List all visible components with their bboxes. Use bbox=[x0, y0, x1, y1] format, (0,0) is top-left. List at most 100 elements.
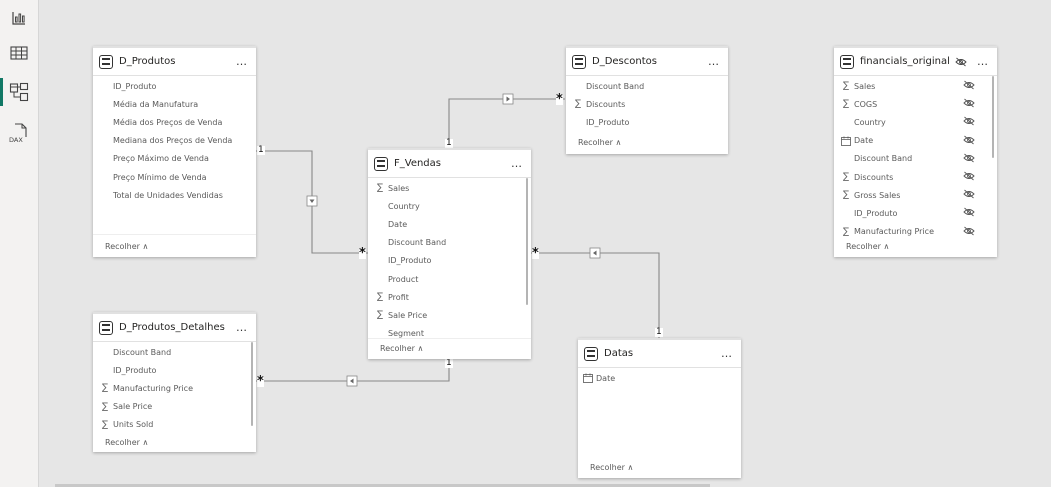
field-list: Discount Band ∑ Discounts ID_Produto bbox=[566, 77, 728, 132]
field-item[interactable]: ∑ Discounts bbox=[566, 95, 728, 113]
more-options-button[interactable]: … bbox=[721, 347, 733, 360]
sigma-icon: ∑ bbox=[842, 99, 850, 110]
field-item[interactable]: Mediana dos Preços de Venda bbox=[93, 132, 256, 150]
cardinality-one: 1 bbox=[445, 138, 453, 148]
cardinality-many: * bbox=[556, 92, 563, 107]
field-item[interactable]: ∑ Units Sold bbox=[93, 416, 256, 434]
hidden-eye-icon[interactable] bbox=[955, 57, 967, 67]
sigma-icon: ∑ bbox=[101, 419, 109, 430]
sigma-icon: ∑ bbox=[376, 292, 384, 303]
sigma-icon: ∑ bbox=[842, 190, 850, 201]
more-options-button[interactable]: … bbox=[511, 157, 523, 170]
table-card-datas[interactable]: Datas … Date Recolher ∧ bbox=[578, 338, 741, 478]
table-header[interactable]: Datas … bbox=[578, 340, 741, 368]
table-icon bbox=[99, 54, 113, 69]
field-item[interactable]: Country bbox=[368, 197, 531, 215]
hidden-eye-icon bbox=[963, 98, 975, 108]
table-icon bbox=[584, 346, 598, 361]
field-item[interactable]: Date bbox=[578, 369, 741, 387]
arrow-down-icon bbox=[306, 195, 318, 207]
field-item[interactable]: Discount Band bbox=[93, 343, 256, 361]
field-item[interactable]: ∑ Sales bbox=[368, 179, 531, 197]
field-item[interactable]: ∑ Sales bbox=[834, 77, 997, 95]
scrollbar[interactable] bbox=[251, 342, 253, 426]
scrollbar[interactable] bbox=[526, 178, 528, 305]
sigma-icon: ∑ bbox=[101, 383, 109, 394]
field-item[interactable]: Média da Manufatura bbox=[93, 95, 256, 113]
hidden-eye-icon bbox=[963, 153, 975, 163]
more-options-button[interactable]: … bbox=[977, 55, 989, 68]
field-list: Discount Band ID_Produto ∑ Manufacturing … bbox=[93, 343, 256, 434]
more-options-button[interactable]: … bbox=[708, 55, 720, 68]
table-header[interactable]: D_Produtos … bbox=[93, 48, 256, 76]
calendar-icon bbox=[583, 373, 593, 383]
field-item[interactable]: ∑ Gross Sales bbox=[834, 186, 997, 204]
cardinality-many: * bbox=[359, 246, 366, 261]
field-item[interactable]: ID_Produto bbox=[834, 204, 997, 222]
collapse-button[interactable]: Recolher ∧ bbox=[590, 463, 633, 472]
more-options-button[interactable]: … bbox=[236, 321, 248, 334]
field-item[interactable]: Date bbox=[368, 215, 531, 233]
arrow-left-icon bbox=[346, 375, 358, 387]
table-card-f-vendas[interactable]: F_Vendas … ∑ Sales Country Date Discount … bbox=[368, 148, 531, 359]
table-header[interactable]: D_Produtos_Detalhes … bbox=[93, 314, 256, 342]
table-card-d-descontos[interactable]: D_Descontos … Discount Band ∑ Discounts I… bbox=[566, 46, 728, 154]
table-icon bbox=[99, 320, 113, 335]
hidden-eye-icon bbox=[963, 135, 975, 144]
collapse-button[interactable]: Recolher ∧ bbox=[105, 438, 148, 447]
field-item[interactable]: Discount Band bbox=[834, 150, 997, 168]
sigma-icon: ∑ bbox=[574, 99, 582, 110]
field-item[interactable]: Segment bbox=[368, 325, 531, 343]
field-item[interactable]: ID_Produto bbox=[368, 252, 531, 270]
collapse-button[interactable]: Recolher ∧ bbox=[105, 242, 148, 251]
collapse-button[interactable]: Recolher ∧ bbox=[380, 344, 423, 353]
field-item[interactable]: ∑ COGS bbox=[834, 95, 997, 113]
field-item[interactable]: Preço Mínimo de Venda bbox=[93, 168, 256, 186]
field-item[interactable]: ∑ Profit bbox=[368, 288, 531, 306]
field-item[interactable]: ID_Produto bbox=[93, 361, 256, 379]
scrollbar[interactable] bbox=[992, 76, 994, 158]
hidden-eye-icon bbox=[963, 189, 975, 199]
table-card-d-produtos-detalhes[interactable]: D_Produtos_Detalhes … Discount Band ID_P… bbox=[93, 312, 256, 452]
field-item[interactable]: ∑ Manufacturing Price bbox=[834, 223, 997, 241]
collapse-button[interactable]: Recolher ∧ bbox=[578, 138, 621, 147]
field-item[interactable]: ID_Produto bbox=[566, 113, 728, 131]
table-title: Datas bbox=[604, 348, 634, 359]
table-header[interactable]: D_Descontos … bbox=[566, 48, 728, 76]
field-item[interactable]: Discount Band bbox=[566, 77, 728, 95]
hidden-eye-icon bbox=[963, 80, 975, 90]
field-list: ∑ Sales Country Date Discount Band ID_Pro… bbox=[368, 179, 531, 343]
table-title: D_Produtos_Detalhes bbox=[119, 322, 225, 333]
field-item[interactable]: Product bbox=[368, 270, 531, 288]
rel-vendas-descontos bbox=[448, 98, 565, 148]
field-item[interactable]: Discount Band bbox=[368, 234, 531, 252]
field-item[interactable]: ∑ Sale Price bbox=[368, 306, 531, 324]
cardinality-many: * bbox=[532, 246, 539, 261]
field-item[interactable]: Média dos Preços de Venda bbox=[93, 113, 256, 131]
field-item[interactable]: Total de Unidades Vendidas bbox=[93, 186, 256, 204]
rel-vendas-datas bbox=[531, 252, 660, 338]
table-icon bbox=[572, 54, 586, 69]
cardinality-many: * bbox=[257, 374, 264, 389]
field-item[interactable]: Date bbox=[834, 132, 997, 150]
field-item[interactable]: ∑ Manufacturing Price bbox=[93, 379, 256, 397]
collapse-button[interactable]: Recolher ∧ bbox=[846, 242, 889, 251]
table-title: D_Produtos bbox=[119, 56, 176, 67]
table-header[interactable]: financials_original … bbox=[834, 48, 997, 76]
table-icon bbox=[374, 156, 388, 171]
sigma-icon: ∑ bbox=[842, 226, 850, 237]
sigma-icon: ∑ bbox=[842, 81, 850, 92]
field-item[interactable]: ID_Produto bbox=[93, 77, 256, 95]
table-title: financials_original bbox=[860, 56, 950, 67]
field-item[interactable]: Country bbox=[834, 113, 997, 131]
field-list: Date bbox=[578, 369, 741, 387]
field-item[interactable]: Preço Máximo de Venda bbox=[93, 150, 256, 168]
field-item[interactable]: ∑ Discounts bbox=[834, 168, 997, 186]
table-card-financials-original[interactable]: financials_original … ∑ Sales ∑ COGS Count… bbox=[834, 46, 997, 257]
more-options-button[interactable]: … bbox=[236, 55, 248, 68]
arrow-left-icon bbox=[589, 247, 601, 259]
field-item[interactable]: ∑ Sale Price bbox=[93, 398, 256, 416]
table-card-d-produtos[interactable]: D_Produtos … ID_Produto Média da Manufat… bbox=[93, 46, 256, 257]
hidden-eye-icon bbox=[963, 207, 975, 217]
table-header[interactable]: F_Vendas … bbox=[368, 150, 531, 178]
